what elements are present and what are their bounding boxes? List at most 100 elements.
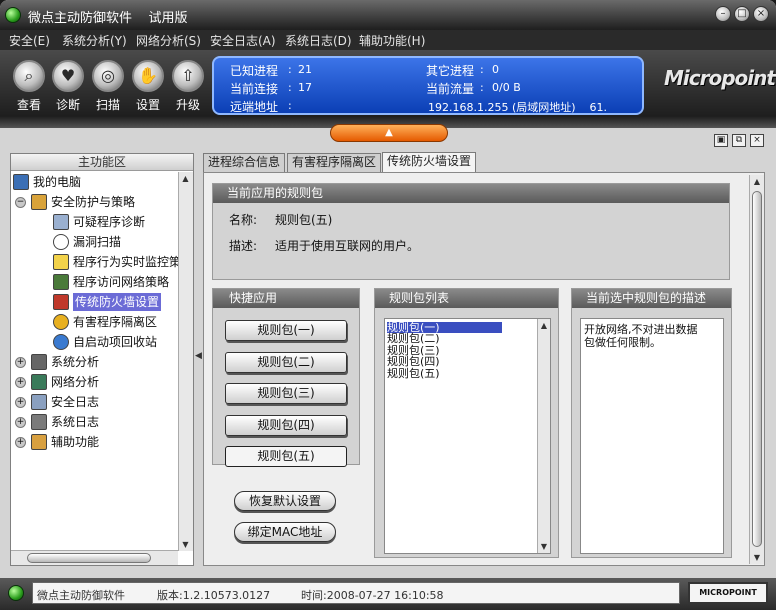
menu-network-analysis[interactable]: 网络分析(S) [136,32,201,49]
heartbeat-icon: ♥ [52,60,84,92]
micropoint-logo: Micropoint [664,66,776,90]
menu-security-log[interactable]: 安全日志(A) [210,32,276,49]
tile-view-button[interactable]: ⧉ [732,134,746,147]
diagnosis-icon [53,214,69,230]
status-panel: 已知进程 : 21 其它进程 : 0 当前连接 : 17 当前流量 : 0/0 … [212,56,644,115]
menu-security[interactable]: 安全(E) [9,32,50,49]
scroll-up-icon[interactable]: ▲ [538,319,550,332]
close-view-button[interactable]: × [750,134,764,147]
maximize-button[interactable]: □ [734,6,750,22]
expand-icon[interactable]: + [15,377,26,388]
rule-pack-list-panel: 规则包列表 规则包(一) 规则包(二) 规则包(三) 规则包(四) 规则包(五)… [374,288,559,558]
tab-firewall[interactable]: 传统防火墙设置 [382,152,477,172]
description-line-2: 包做任何限制。 [584,336,661,349]
scroll-thumb[interactable] [27,553,151,563]
view-label: 查看 [16,98,41,112]
status-version: 版本:1.2.10573.0127 [157,589,271,602]
diagnose-button[interactable]: ♥ 诊断 [49,60,87,113]
sidebar: 主功能区 我的电脑 − 安全防护与策略 可疑程序诊断 漏洞扫描 程序行为实时监控… [10,153,194,566]
quick-rule-pack-4-button[interactable]: 规则包(四) [225,415,347,436]
collapse-icon[interactable]: − [15,197,26,208]
firewall-settings-page: 当前应用的规则包 名称: 规则包(五) 描述: 适用于使用互联网的用户。 快捷应… [203,172,765,566]
restore-view-button[interactable]: ▣ [714,134,728,147]
list-item[interactable]: 规则包(五) [387,368,440,379]
tab-quarantine[interactable]: 有害程序隔离区 [287,153,382,172]
list-scrollbar[interactable]: ▲ ▼ [537,319,550,553]
scroll-down-icon[interactable]: ▼ [538,540,550,553]
magnifier-icon [53,234,69,250]
splitter[interactable]: ◀ [195,153,203,566]
scroll-down-icon[interactable]: ▼ [750,551,764,564]
rule-pack-listbox[interactable]: 规则包(一) 规则包(二) 规则包(三) 规则包(四) 规则包(五) ▲ ▼ [384,318,551,554]
menu-help[interactable]: 辅助功能(H) [359,32,425,49]
panel-header: 快捷应用 [213,289,359,308]
status-time: 时间:2008-07-27 16:10:58 [301,589,444,602]
hand-icon: ✋ [132,60,164,92]
menu-bar: 安全(E) 系统分析(Y) 网络分析(S) 安全日志(A) 系统日志(D) 辅助… [0,30,776,50]
view-button[interactable]: ⌕ 查看 [10,60,48,113]
protection-status-icon [8,585,24,601]
expand-icon[interactable]: + [15,417,26,428]
quick-rule-pack-2-button[interactable]: 规则包(二) [225,352,347,373]
app-status-icon [5,7,21,23]
quick-rule-pack-1-button[interactable]: 规则包(一) [225,320,347,341]
quick-apply-panel: 快捷应用 规则包(一) 规则包(二) 规则包(三) 规则包(四) 规则包(五) [212,288,360,467]
menu-system-log[interactable]: 系统日志(D) [285,32,352,49]
current-rule-pack-panel: 当前应用的规则包 名称: 规则包(五) 描述: 适用于使用互联网的用户。 [212,183,730,280]
system-analysis-icon [31,354,47,370]
panel-header: 当前应用的规则包 [213,184,729,203]
recycle-globe-icon [53,334,69,350]
sidebar-horizontal-scrollbar[interactable] [11,550,178,565]
collapse-left-icon[interactable]: ◀ [195,351,202,361]
computer-icon [13,174,29,190]
magnifier-icon: ⌕ [13,60,45,92]
expand-icon[interactable]: + [15,357,26,368]
other-process-label: 其它进程 [426,64,475,78]
content-scrollbar[interactable]: ▲ ▼ [749,175,764,564]
collapse-toolbar-button[interactable]: ▲ [330,124,448,142]
status-bar-text-area: 微点主动防御软件 版本:1.2.10573.0127 时间:2008-07-27… [32,582,680,604]
security-log-icon [31,394,47,410]
settings-button[interactable]: ✋ 设置 [129,60,167,113]
monitor-gear-icon [53,254,69,270]
quarantine-icon [53,314,69,330]
panel-header: 规则包列表 [375,289,558,308]
app-window: 微点主动防御软件 试用版 – □ × 安全(E) 系统分析(Y) 网络分析(S)… [0,0,776,610]
close-button[interactable]: × [753,6,769,22]
list-item[interactable]: 规则包(四) [387,356,440,367]
scroll-thumb[interactable] [752,191,762,547]
tree-label: 我的电脑 [33,175,82,189]
bind-mac-button[interactable]: 绑定MAC地址 [234,522,336,542]
scan-button[interactable]: ◎ 扫描 [89,60,127,113]
colon: : [480,63,484,76]
upgrade-label: 升级 [175,98,200,112]
tree-label: 系统分析 [51,355,100,369]
upgrade-arrow-icon: ⇧ [172,60,204,92]
tree-label: 网络分析 [51,375,100,389]
tree-label: 程序行为实时监控策略 [73,255,194,269]
sidebar-vertical-scrollbar[interactable]: ▲ ▼ [178,172,193,551]
firewall-icon [53,294,69,310]
tab-process-info[interactable]: 进程综合信息 [203,153,286,172]
restore-default-button[interactable]: 恢复默认设置 [234,491,336,511]
diagnose-label: 诊断 [55,98,80,112]
upgrade-button[interactable]: ⇧ 升级 [169,60,207,113]
scan-label: 扫描 [95,98,120,112]
colon: : [480,81,484,94]
system-log-icon [31,414,47,430]
minimize-button[interactable]: – [715,6,731,22]
scroll-down-icon[interactable]: ▼ [179,538,192,551]
scroll-up-icon[interactable]: ▲ [179,172,192,185]
rule-description-panel: 当前选中规则包的描述 开放网络,不对进出数据 包做任何限制。 [571,288,732,558]
quick-rule-pack-5-button[interactable]: 规则包(五) [225,446,347,467]
quick-rule-pack-3-button[interactable]: 规则包(三) [225,383,347,404]
list-item[interactable]: 规则包(二) [387,333,440,344]
colon: : [288,63,292,76]
network-analysis-icon [31,374,47,390]
settings-label: 设置 [135,98,160,112]
expand-icon[interactable]: + [15,437,26,448]
expand-icon[interactable]: + [15,397,26,408]
scroll-up-icon[interactable]: ▲ [750,175,764,188]
menu-system-analysis[interactable]: 系统分析(Y) [62,32,127,49]
description-value: 适用于使用互联网的用户。 [275,239,420,253]
